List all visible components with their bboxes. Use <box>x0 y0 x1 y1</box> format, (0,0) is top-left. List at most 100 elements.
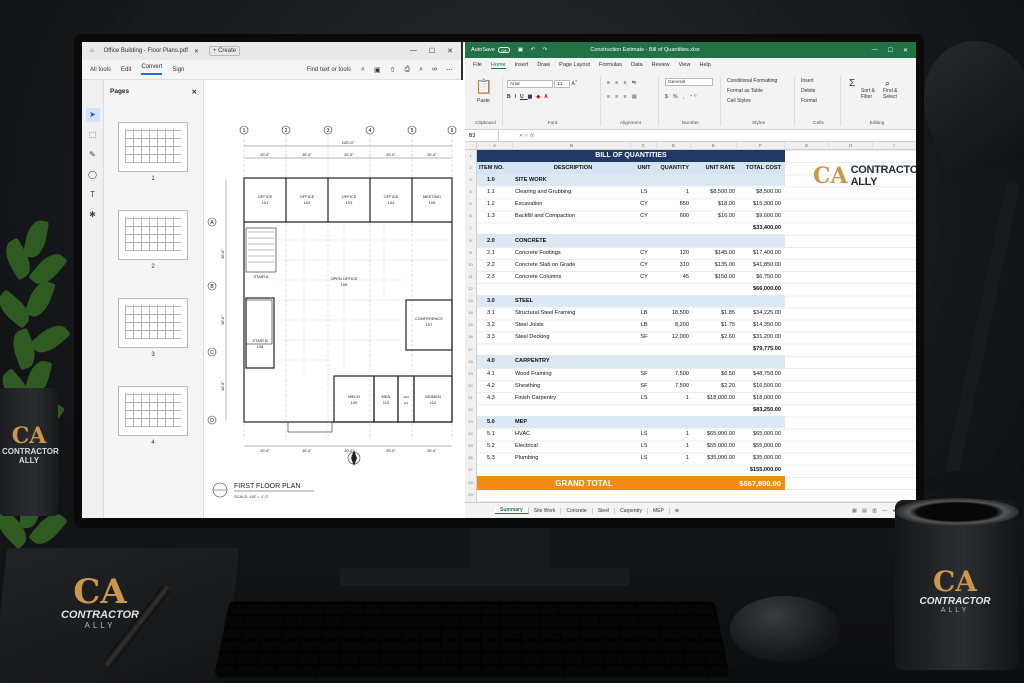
col-header[interactable]: D <box>657 142 691 149</box>
cell-description[interactable]: Backfill and Compaction <box>513 213 631 219</box>
sheet-tab-mep[interactable]: MEP <box>648 507 670 514</box>
font-color-icon[interactable]: A <box>544 94 552 100</box>
worksheet-grid[interactable]: 1 2 3 4 5 6 7 8 9 10 11 12 13 14 15 16 17 18 19 20 21 22 23 24 2… <box>465 150 916 502</box>
close-icon[interactable]: ✕ <box>447 47 453 55</box>
cell-unit[interactable]: LS <box>631 431 657 437</box>
link-icon[interactable]: ∞ <box>432 66 437 74</box>
row-number[interactable]: 29 <box>465 489 476 501</box>
tab-page-layout[interactable]: Page Layout <box>559 62 590 68</box>
cell-quantity[interactable]: 7,500 <box>657 371 691 377</box>
row-number[interactable]: 24 <box>465 428 476 440</box>
align-icons[interactable]: ≡ ≡ ≡ ⇆ <box>607 80 638 86</box>
cell-total-cost[interactable]: $17,400.00 <box>737 250 785 256</box>
cell-unit-rate[interactable]: $35,000.00 <box>691 455 737 461</box>
undo-icon[interactable]: ↶ <box>531 47 539 53</box>
cell-total-cost[interactable]: $66,000.00 <box>737 286 785 292</box>
tab-data[interactable]: Data <box>631 62 643 68</box>
cell-unit-rate[interactable]: $1.75 <box>691 322 737 328</box>
cell-unit-rate[interactable]: $6.50 <box>691 371 737 377</box>
search-icon[interactable]: ⌕ <box>361 66 365 74</box>
cell-total-cost[interactable]: $55,000.00 <box>737 443 785 449</box>
col-header[interactable]: A <box>477 142 513 149</box>
section-row[interactable]: 4.0 CARPENTRY <box>477 355 785 368</box>
cell-total-cost[interactable]: $6,750.00 <box>737 274 785 280</box>
section-row[interactable]: 5.0 MEP <box>477 415 785 428</box>
cell-item-no[interactable]: 2.2 <box>477 262 513 268</box>
cell-quantity[interactable]: 18,500 <box>657 310 691 316</box>
row-number[interactable]: 14 <box>465 307 476 319</box>
col-header[interactable]: F <box>737 142 785 149</box>
header-total-cost[interactable]: TOTAL COST <box>737 165 785 171</box>
paste-button[interactable]: Paste <box>477 98 490 104</box>
cell-unit-rate[interactable]: $8,500.00 <box>691 189 737 195</box>
subtotal-row[interactable]: $83,250.00 <box>477 404 785 416</box>
col-header[interactable]: I <box>873 142 916 149</box>
cell-total-cost[interactable]: $79,775.00 <box>737 346 785 352</box>
cell-description[interactable]: Clearing and Grubbing <box>513 189 631 195</box>
cell-item-no[interactable]: 4.3 <box>477 395 513 401</box>
cell-total-cost[interactable]: $34,225.00 <box>737 310 785 316</box>
col-header[interactable]: C <box>631 142 657 149</box>
sheet-tab-carpentry[interactable]: Carpentry <box>615 507 649 514</box>
menu-all-tools[interactable]: All tools <box>90 67 111 73</box>
cell-unit[interactable]: CY <box>631 213 657 219</box>
tab-view[interactable]: View <box>679 62 691 68</box>
cell-item-no[interactable]: 4.0 <box>477 358 513 364</box>
cell-unit[interactable]: LS <box>631 455 657 461</box>
cell-description[interactable]: Concrete Slab on Grade <box>513 262 631 268</box>
row-number[interactable]: 6 <box>465 210 476 222</box>
cell-item-no[interactable]: 3.3 <box>477 334 513 340</box>
find-select-button[interactable]: Find & Select <box>883 88 907 100</box>
cell-unit-rate[interactable]: $150.00 <box>691 274 737 280</box>
row-number[interactable]: 17 <box>465 344 476 356</box>
cell-total-cost[interactable]: $155,000.00 <box>737 467 785 473</box>
sheet-tab-summary[interactable]: Summary <box>495 507 529 514</box>
close-tab-icon[interactable]: ✕ <box>194 48 199 55</box>
section-row[interactable]: 3.0 STEEL <box>477 294 785 308</box>
stamp-icon[interactable]: ✱ <box>86 208 100 222</box>
text-box-icon[interactable]: T <box>86 188 100 202</box>
row-number[interactable]: 21 <box>465 392 476 404</box>
cell-item-no[interactable]: 1.2 <box>477 201 513 207</box>
create-button[interactable]: + Create <box>208 46 241 56</box>
cell-unit[interactable]: SF <box>631 383 657 389</box>
table-row[interactable]: 4.1 Wood Framing SF 7,500 $6.50 $48,750.00 <box>477 368 785 380</box>
cell-description[interactable]: STEEL <box>513 298 631 304</box>
cell-quantity[interactable]: 45 <box>657 274 691 280</box>
sheet-tab-site-work[interactable]: Site Work <box>529 507 562 514</box>
row-number[interactable]: 20 <box>465 380 476 392</box>
cell-quantity[interactable]: 1 <box>657 443 691 449</box>
cell-description[interactable]: MEP <box>513 419 631 425</box>
header-description[interactable]: DESCRIPTION <box>513 165 631 171</box>
delete-button[interactable]: Delete <box>801 88 815 94</box>
find-text-field[interactable]: Find text or tools <box>307 67 351 73</box>
cell-unit[interactable]: SF <box>631 371 657 377</box>
conditional-formatting-button[interactable]: Conditional Formatting <box>727 78 777 84</box>
cell-styles-button[interactable]: Cell Styles <box>727 98 751 104</box>
cell-quantity[interactable]: 310 <box>657 262 691 268</box>
row-number[interactable]: 2 <box>465 162 476 174</box>
cell-total-cost[interactable]: $14,350.00 <box>737 322 785 328</box>
cell-total-cost[interactable]: $35,000.00 <box>737 455 785 461</box>
cell-unit[interactable]: LB <box>631 322 657 328</box>
col-header[interactable]: E <box>691 142 737 149</box>
tab-insert[interactable]: Insert <box>515 62 529 68</box>
cell-item-no[interactable]: 4.1 <box>477 371 513 377</box>
search-doc-icon[interactable]: ⌕ <box>419 66 423 74</box>
paste-icon[interactable]: 📋 <box>475 78 492 95</box>
subtotal-row[interactable]: $33,400.00 <box>477 222 785 234</box>
cell-item-no[interactable]: 5.1 <box>477 431 513 437</box>
cell-item-no[interactable]: 1.3 <box>477 213 513 219</box>
row-number[interactable]: 7 <box>465 223 476 235</box>
cell-unit-rate[interactable]: $65,000.00 <box>691 431 737 437</box>
grand-total-row[interactable]: GRAND TOTAL $567,800.00 <box>477 476 785 491</box>
section-row[interactable]: 2.0 CONCRETE <box>477 234 785 247</box>
format-button[interactable]: Format <box>801 98 817 104</box>
autosave-toggle[interactable]: AutoSave Off <box>471 47 510 53</box>
cell-item-no[interactable]: 2.0 <box>477 238 513 244</box>
sort-filter-button[interactable]: Sort & Filter <box>861 88 881 100</box>
cell-quantity[interactable]: 12,000 <box>657 334 691 340</box>
insert-button[interactable]: Insert <box>801 78 814 84</box>
menu-edit[interactable]: Edit <box>121 67 131 73</box>
close-icon[interactable]: ✕ <box>903 47 908 54</box>
